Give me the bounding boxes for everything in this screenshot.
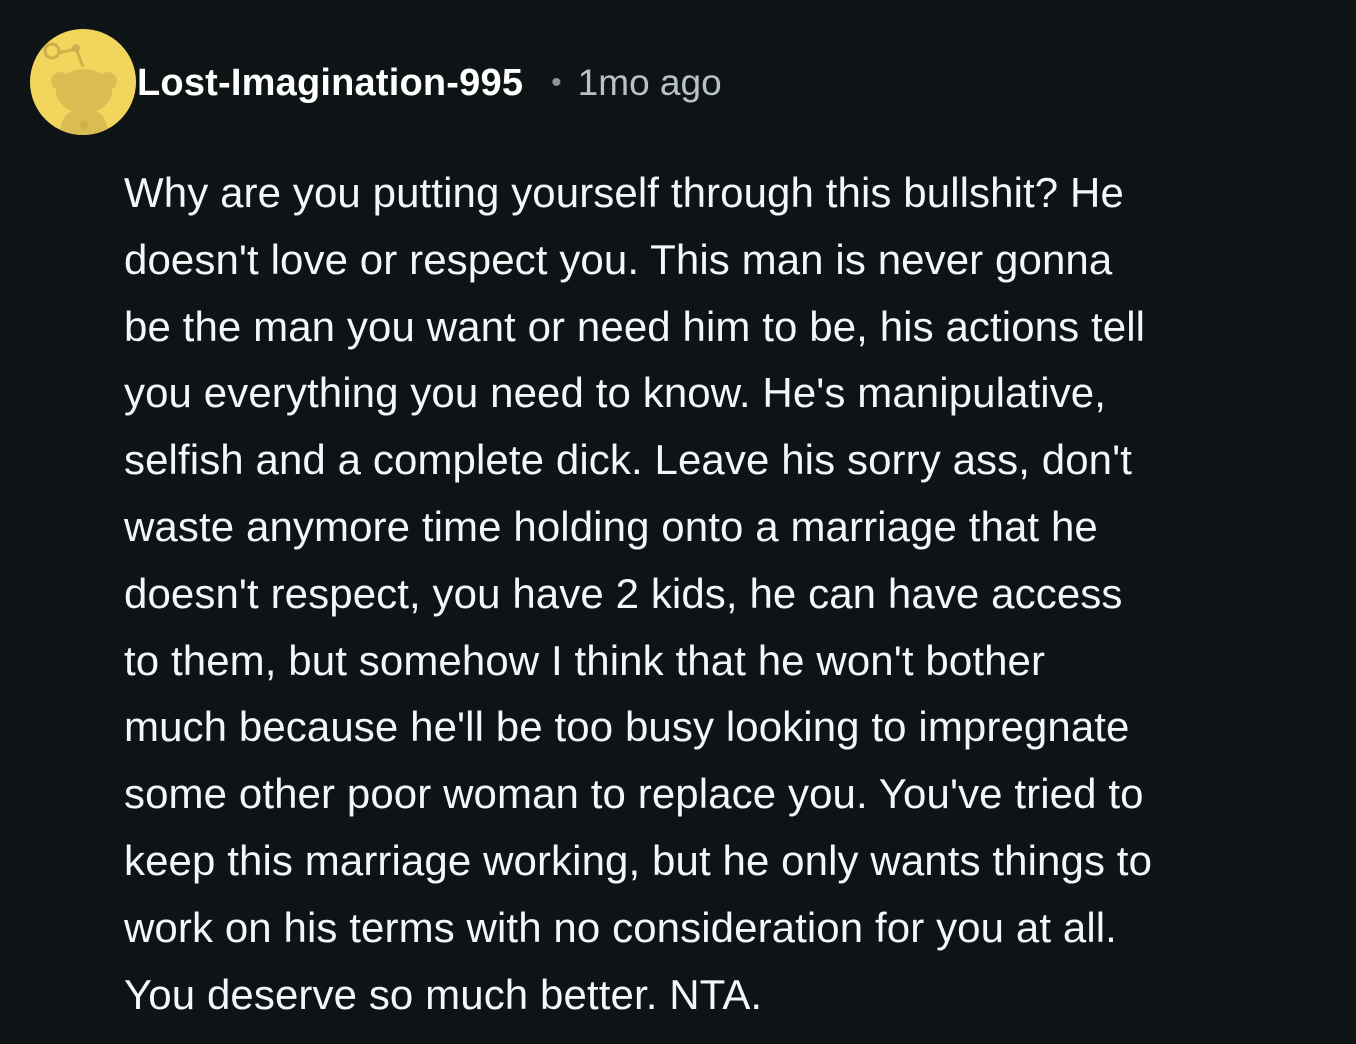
comment-line: some other poor woman to replace you. Yo…: [124, 770, 1144, 818]
comment-line: waste anymore time holding onto a marria…: [124, 502, 1098, 550]
comment-line: much because he'll be too busy looking t…: [124, 703, 1130, 751]
comment-timestamp: 1mo ago: [577, 62, 722, 103]
comment-line: be the man you want or need him to be, h…: [124, 302, 1146, 350]
comment-line: You deserve so much better. NTA.: [124, 970, 763, 1018]
meta-separator: •: [551, 66, 562, 99]
user-avatar[interactable]: [30, 29, 136, 135]
comment-line: doesn't respect, you have 2 kids, he can…: [124, 569, 1123, 617]
comment-meta: Lost-Imagination-995 • 1mo ago: [137, 60, 722, 106]
comment-line: doesn't love or respect you. This man is…: [124, 235, 1113, 283]
comment-line: keep this marriage working, but he only …: [124, 836, 1153, 884]
comment-line: to them, but somehow I think that he won…: [124, 636, 1046, 684]
reddit-snoo-avatar-icon: [43, 42, 117, 135]
comment-line: selfish and a complete dick. Leave his s…: [124, 436, 1133, 484]
comment-line: Why are you putting yourself through thi…: [124, 169, 1124, 216]
username-link[interactable]: Lost-Imagination-995: [137, 62, 523, 105]
comment-card: Lost-Imagination-995 • 1mo ago Why are y…: [0, 0, 1356, 1044]
comment-line: work on his terms with no consideration …: [124, 903, 1117, 951]
comment-line: you everything you need to know. He's ma…: [124, 369, 1107, 417]
comment-body: Why are you putting yourself through thi…: [124, 160, 1334, 1028]
